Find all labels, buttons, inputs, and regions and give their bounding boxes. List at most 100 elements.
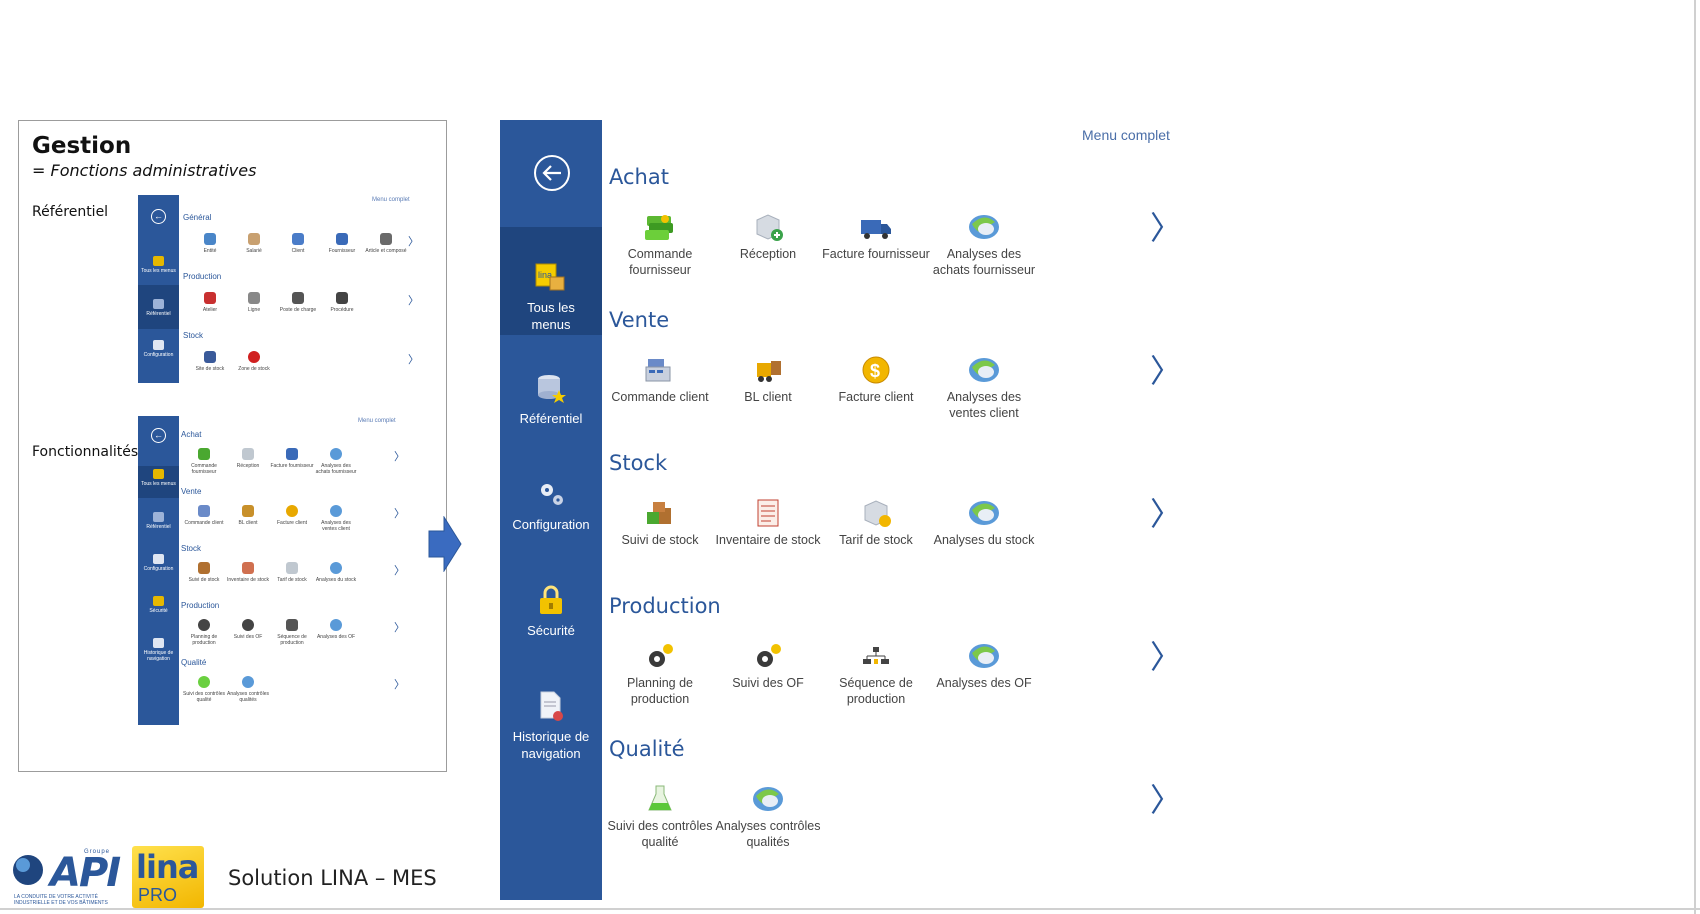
box-price-icon xyxy=(864,500,891,527)
card-subtitle: = Fonctions administratives xyxy=(32,161,257,180)
item-commande-fournisseur[interactable]: Commande fournisseur xyxy=(606,212,714,278)
mini-menu-link: Menu complet xyxy=(358,418,396,424)
sidebar-label-historique: Historique de navigation xyxy=(512,729,590,761)
mini-item: Suivi de stock xyxy=(182,562,226,583)
item-inventaire-de-stock[interactable]: Inventaire de stock xyxy=(714,498,822,548)
item-commande-client[interactable]: Commande client xyxy=(606,355,714,405)
mini-back-icon: ← xyxy=(151,428,166,443)
gear-star-icon xyxy=(757,644,781,667)
label-fonctionnalites: Fonctionnalités xyxy=(32,444,139,460)
mini-section-title: Vente xyxy=(181,487,202,496)
inventory-list-icon xyxy=(757,499,779,527)
item-suivi-controles-qualite[interactable]: Suivi des contrôles qualité xyxy=(606,784,714,850)
mini-item: Facture fournisseur xyxy=(270,448,314,469)
section-title-stock: Stock xyxy=(609,451,668,475)
mini-item: Entité xyxy=(188,233,232,254)
item-analyses-des-of[interactable]: Analyses des OF xyxy=(930,641,1038,691)
stock-chevron-right-icon[interactable]: 〉 xyxy=(1150,498,1182,530)
item-facture-client[interactable]: $ Facture client xyxy=(822,355,930,405)
mini-sidebar: ← Tous les menus Référentiel Configurati… xyxy=(138,416,179,725)
slide: Gestion = Fonctions administratives Réfé… xyxy=(0,0,1700,914)
mini-item: Analyses des ventes client xyxy=(314,505,358,532)
truck-icon xyxy=(861,220,891,239)
item-planning-de-production[interactable]: Planning de production xyxy=(606,641,714,707)
mini-side-configuration: Configuration xyxy=(138,554,179,578)
item-analyses-controles-qualites[interactable]: Analyses contrôles qualités xyxy=(714,784,822,850)
mini-item: Atelier xyxy=(188,292,232,313)
mini-chevron-icon: 〉 xyxy=(394,565,405,577)
mini-side-all-menus: Tous les menus xyxy=(138,253,179,283)
gestion-card: Gestion = Fonctions administratives Réfé… xyxy=(18,120,447,772)
analysis-globe-icon xyxy=(969,215,999,239)
mini-section-title: Général xyxy=(183,213,212,222)
mini-chevron-icon: 〉 xyxy=(408,354,419,366)
mini-side-configuration: Configuration xyxy=(138,337,179,367)
mini-item: Client xyxy=(276,233,320,254)
mini-chevron-icon: 〉 xyxy=(394,679,405,691)
back-arrow-icon xyxy=(542,165,561,181)
sequence-icon xyxy=(863,647,889,664)
item-analyses-ventes[interactable]: Analyses des ventes client xyxy=(930,355,1038,421)
sidebar-item-all-menus[interactable]: lina Tous les menus xyxy=(500,227,602,335)
analysis-globe-icon xyxy=(753,787,783,811)
mini-section-title: Production xyxy=(181,601,220,610)
gear-star-icon xyxy=(649,644,673,667)
item-sequence-de-production[interactable]: Séquence de production xyxy=(822,641,930,707)
mini-side-referentiel: Référentiel xyxy=(138,512,179,536)
mini-item: Procédure xyxy=(320,292,364,313)
menu-complet-link[interactable]: Menu complet xyxy=(1082,127,1170,143)
item-analyses-du-stock[interactable]: Analyses du stock xyxy=(930,498,1038,548)
mini-item: Analyses du stock xyxy=(314,562,358,583)
mini-section-title: Production xyxy=(183,272,222,281)
lina-pro-text: PRO xyxy=(138,885,178,905)
back-button[interactable] xyxy=(534,155,570,191)
mini-item: Facture client xyxy=(270,505,314,526)
analysis-globe-icon xyxy=(969,358,999,382)
money-stack-icon xyxy=(645,215,673,240)
mini-section-title: Stock xyxy=(181,544,202,553)
slide-border-bottom xyxy=(0,908,1700,910)
mini-menu-link: Menu complet xyxy=(372,197,410,203)
item-suivi-de-stock[interactable]: Suivi de stock xyxy=(606,498,714,548)
qualite-chevron-right-icon[interactable]: 〉 xyxy=(1150,784,1182,816)
mini-sidebar: ← Tous les menus Référentiel Configurati… xyxy=(138,195,179,383)
item-bl-client[interactable]: BL client xyxy=(714,355,822,405)
mini-item: Salarié xyxy=(232,233,276,254)
sidebar-label-configuration: Configuration xyxy=(512,517,590,532)
production-chevron-right-icon[interactable]: 〉 xyxy=(1150,641,1182,673)
section-title-achat: Achat xyxy=(609,165,669,189)
mini-item: Réception xyxy=(226,448,270,469)
mini-chevron-icon: 〉 xyxy=(394,508,405,520)
section-title-vente: Vente xyxy=(609,308,670,332)
mini-item: Site de stock xyxy=(188,351,232,372)
mini-back-icon: ← xyxy=(151,209,166,224)
vente-chevron-right-icon[interactable]: 〉 xyxy=(1150,355,1182,387)
sidebar-item-historique[interactable]: Historique de navigation xyxy=(500,690,602,780)
sidebar-item-securite[interactable]: Sécurité xyxy=(500,584,602,664)
item-suivi-des-of[interactable]: Suivi des OF xyxy=(714,641,822,691)
mini-fonctionnalites-screenshot: ← Tous les menus Référentiel Configurati… xyxy=(138,416,428,725)
item-analyses-achats[interactable]: Analyses des achats fournisseur xyxy=(930,212,1038,278)
svg-text:$: $ xyxy=(870,361,880,381)
mini-item: BL client xyxy=(226,505,270,526)
sidebar-label-securite: Sécurité xyxy=(527,623,575,638)
lina-logo-text: lina xyxy=(136,848,199,886)
sidebar-item-configuration[interactable]: Configuration xyxy=(500,478,602,558)
section-title-production: Production xyxy=(609,594,721,618)
mini-item: Séquence de production xyxy=(270,619,314,646)
section-title-qualite: Qualité xyxy=(609,737,685,761)
mini-item: Inventaire de stock xyxy=(226,562,270,583)
item-facture-fournisseur[interactable]: Facture fournisseur xyxy=(822,212,930,262)
achat-chevron-right-icon[interactable]: 〉 xyxy=(1150,212,1182,244)
flask-icon xyxy=(648,785,672,811)
right-arrow-icon xyxy=(428,516,462,572)
mini-chevron-icon: 〉 xyxy=(408,295,419,307)
mini-item: Commande client xyxy=(182,505,226,526)
mini-item: Article et composé xyxy=(364,233,408,254)
item-tarif-de-stock[interactable]: Tarif de stock xyxy=(822,498,930,548)
card-title: Gestion xyxy=(32,133,132,159)
mini-item: Analyses des achats fournisseur xyxy=(314,448,358,475)
sidebar-item-referentiel[interactable]: Référentiel xyxy=(500,372,602,452)
mini-item: Tarif de stock xyxy=(270,562,314,583)
item-reception[interactable]: Réception xyxy=(714,212,822,262)
